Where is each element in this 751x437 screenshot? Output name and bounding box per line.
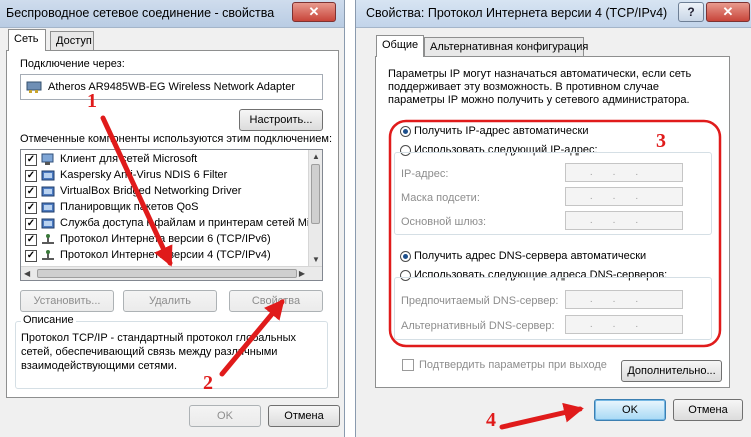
tab-sharing[interactable]: Доступ <box>50 31 94 51</box>
component-label: Протокол Интернета версии 4 (TCP/IPv4) <box>60 249 271 261</box>
left-tab-panel: Подключение через: Atheros AR9485WB-EG W… <box>6 50 339 398</box>
tab-alternate-config[interactable]: Альтернативная конфигурация <box>424 37 588 57</box>
component-checkbox[interactable]: ✓ <box>25 202 37 214</box>
component-item[interactable]: ✓ Служба доступа к файлам и принтерам сет… <box>23 216 322 232</box>
help-button[interactable]: ? <box>678 2 704 22</box>
help-icon: ? <box>687 5 695 19</box>
ip-info-text: Параметры IP могут назначаться автоматич… <box>388 68 692 106</box>
properties-button[interactable]: Свойства <box>229 290 323 312</box>
component-checkbox[interactable]: ✓ <box>25 186 37 198</box>
ipv4-properties-dialog: Свойства: Протокол Интернета версии 4 (T… <box>355 0 751 437</box>
close-icon: ✕ <box>308 4 320 19</box>
right-dialog-title: Свойства: Протокол Интернета версии 4 (T… <box>366 6 668 20</box>
network-connection-properties-dialog: Беспроводное сетевое соединение - свойст… <box>0 0 345 437</box>
left-ok-button[interactable]: OK <box>189 405 261 427</box>
network-service-icon <box>41 202 55 213</box>
install-button[interactable]: Установить... <box>20 290 114 312</box>
close-icon: ✕ <box>722 4 734 19</box>
component-item[interactable]: ✓ Планировщик пакетов QoS <box>23 200 308 216</box>
component-label: Kaspersky Anti-Virus NDIS 6 Filter <box>60 169 228 181</box>
network-service-icon <box>41 186 55 197</box>
advanced-button[interactable]: Дополнительно... <box>621 360 722 382</box>
annotation-number-3: 3 <box>656 130 666 152</box>
preferred-dns-field[interactable]: ... <box>565 290 683 309</box>
validate-label[interactable]: Подтвердить параметры при выходе <box>419 359 607 371</box>
component-checkbox[interactable]: ✓ <box>25 218 37 230</box>
ip-auto-radio[interactable] <box>400 126 411 137</box>
description-text: Протокол TCP/IP - стандартный протокол г… <box>21 332 296 372</box>
description-label: Описание <box>21 314 76 326</box>
protocol-icon <box>42 250 54 260</box>
scroll-down-icon[interactable]: ▼ <box>312 255 320 264</box>
vertical-scroll-thumb[interactable] <box>311 164 320 224</box>
component-label: Планировщик пакетов QoS <box>60 201 199 213</box>
adapter-field: Atheros AR9485WB-EG Wireless Network Ada… <box>20 74 323 100</box>
protocol-icon <box>42 234 54 244</box>
subnet-mask-field[interactable]: ... <box>565 187 683 206</box>
left-cancel-button[interactable]: Отмена <box>268 405 340 427</box>
left-dialog-title: Беспроводное сетевое соединение - свойст… <box>6 6 275 20</box>
components-vertical-scrollbar[interactable]: ▲ ▼ <box>308 150 322 266</box>
configure-button[interactable]: Настроить... <box>239 109 323 131</box>
adapter-name: Atheros AR9485WB-EG Wireless Network Ada… <box>48 81 295 93</box>
validate-checkbox[interactable] <box>402 359 414 371</box>
scroll-right-icon[interactable]: ▶ <box>299 269 305 278</box>
component-item[interactable]: ✓ Протокол Интернета версии 4 (TCP/IPv4) <box>23 248 308 264</box>
component-checkbox[interactable]: ✓ <box>25 170 37 182</box>
alternate-dns-field[interactable]: ... <box>565 315 683 334</box>
component-checkbox[interactable]: ✓ <box>25 154 37 166</box>
component-item[interactable]: ✓ VirtualBox Bridged Networking Driver <box>23 184 308 200</box>
alternate-dns-label: Альтернативный DNS-сервер: <box>401 320 555 332</box>
tab-sharing-label: Доступ <box>56 35 92 47</box>
right-cancel-button[interactable]: Отмена <box>673 399 743 421</box>
tab-network-label: Сеть <box>14 33 39 45</box>
network-adapter-icon <box>26 81 42 93</box>
preferred-dns-label: Предпочитаемый DNS-сервер: <box>401 295 559 307</box>
components-list[interactable]: ✓ Клиент для сетей Microsoft ✓ Kaspersky An… <box>20 149 323 281</box>
scroll-left-icon[interactable]: ◀ <box>24 269 30 278</box>
component-checkbox[interactable]: ✓ <box>25 234 37 246</box>
tab-network[interactable]: Сеть <box>8 29 46 51</box>
left-title-bar: Беспроводное сетевое соединение - свойст… <box>0 0 344 28</box>
component-checkbox[interactable]: ✓ <box>25 250 37 262</box>
subnet-mask-label: Маска подсети: <box>401 192 480 204</box>
gateway-label: Основной шлюз: <box>401 216 487 228</box>
ip-address-label: IP-адрес: <box>401 168 449 180</box>
component-item[interactable]: ✓ Kaspersky Anti-Virus NDIS 6 Filter <box>23 168 308 184</box>
annotation-number-4: 4 <box>486 409 496 431</box>
remove-button[interactable]: Удалить <box>123 290 217 312</box>
dns-auto-radio[interactable] <box>400 251 411 262</box>
scroll-up-icon[interactable]: ▲ <box>312 152 320 161</box>
component-label: Клиент для сетей Microsoft <box>60 153 198 165</box>
horizontal-scroll-thumb[interactable] <box>37 269 297 278</box>
component-label: Протокол Интернета версии 6 (TCP/IPv6) <box>60 233 271 245</box>
dns-auto-label[interactable]: Получить адрес DNS-сервера автоматически <box>414 250 646 262</box>
ip-auto-label[interactable]: Получить IP-адрес автоматически <box>414 125 588 137</box>
network-service-icon <box>41 170 55 181</box>
tab-general[interactable]: Общие <box>376 35 424 57</box>
right-tab-panel: Параметры IP могут назначаться автоматич… <box>375 56 730 388</box>
network-service-icon <box>41 218 55 229</box>
tab-alternate-config-label: Альтернативная конфигурация <box>430 41 589 53</box>
component-label: Служба доступа к файлам и принтерам сете… <box>60 217 323 229</box>
components-horizontal-scrollbar[interactable]: ◀ ▶ <box>21 266 322 280</box>
component-item[interactable]: ✓ Протокол Интернета версии 6 (TCP/IPv6) <box>23 232 308 248</box>
component-item[interactable]: ✓ Клиент для сетей Microsoft <box>23 152 308 168</box>
component-label: VirtualBox Bridged Networking Driver <box>60 185 242 197</box>
gateway-field[interactable]: ... <box>565 211 683 230</box>
ip-address-field[interactable]: ... <box>565 163 683 182</box>
tab-general-label: Общие <box>382 39 419 51</box>
right-close-button[interactable]: ✕ <box>706 2 750 22</box>
left-close-button[interactable]: ✕ <box>292 2 336 22</box>
right-ok-button[interactable]: OK <box>594 399 666 421</box>
connect-via-label: Подключение через: <box>20 58 125 70</box>
annotation-number-2: 2 <box>203 372 213 394</box>
components-label: Отмеченные компоненты используются этим … <box>20 133 333 145</box>
network-client-icon <box>41 153 54 165</box>
annotation-number-1: 1 <box>87 90 97 112</box>
right-title-bar: Свойства: Протокол Интернета версии 4 (T… <box>356 0 751 28</box>
